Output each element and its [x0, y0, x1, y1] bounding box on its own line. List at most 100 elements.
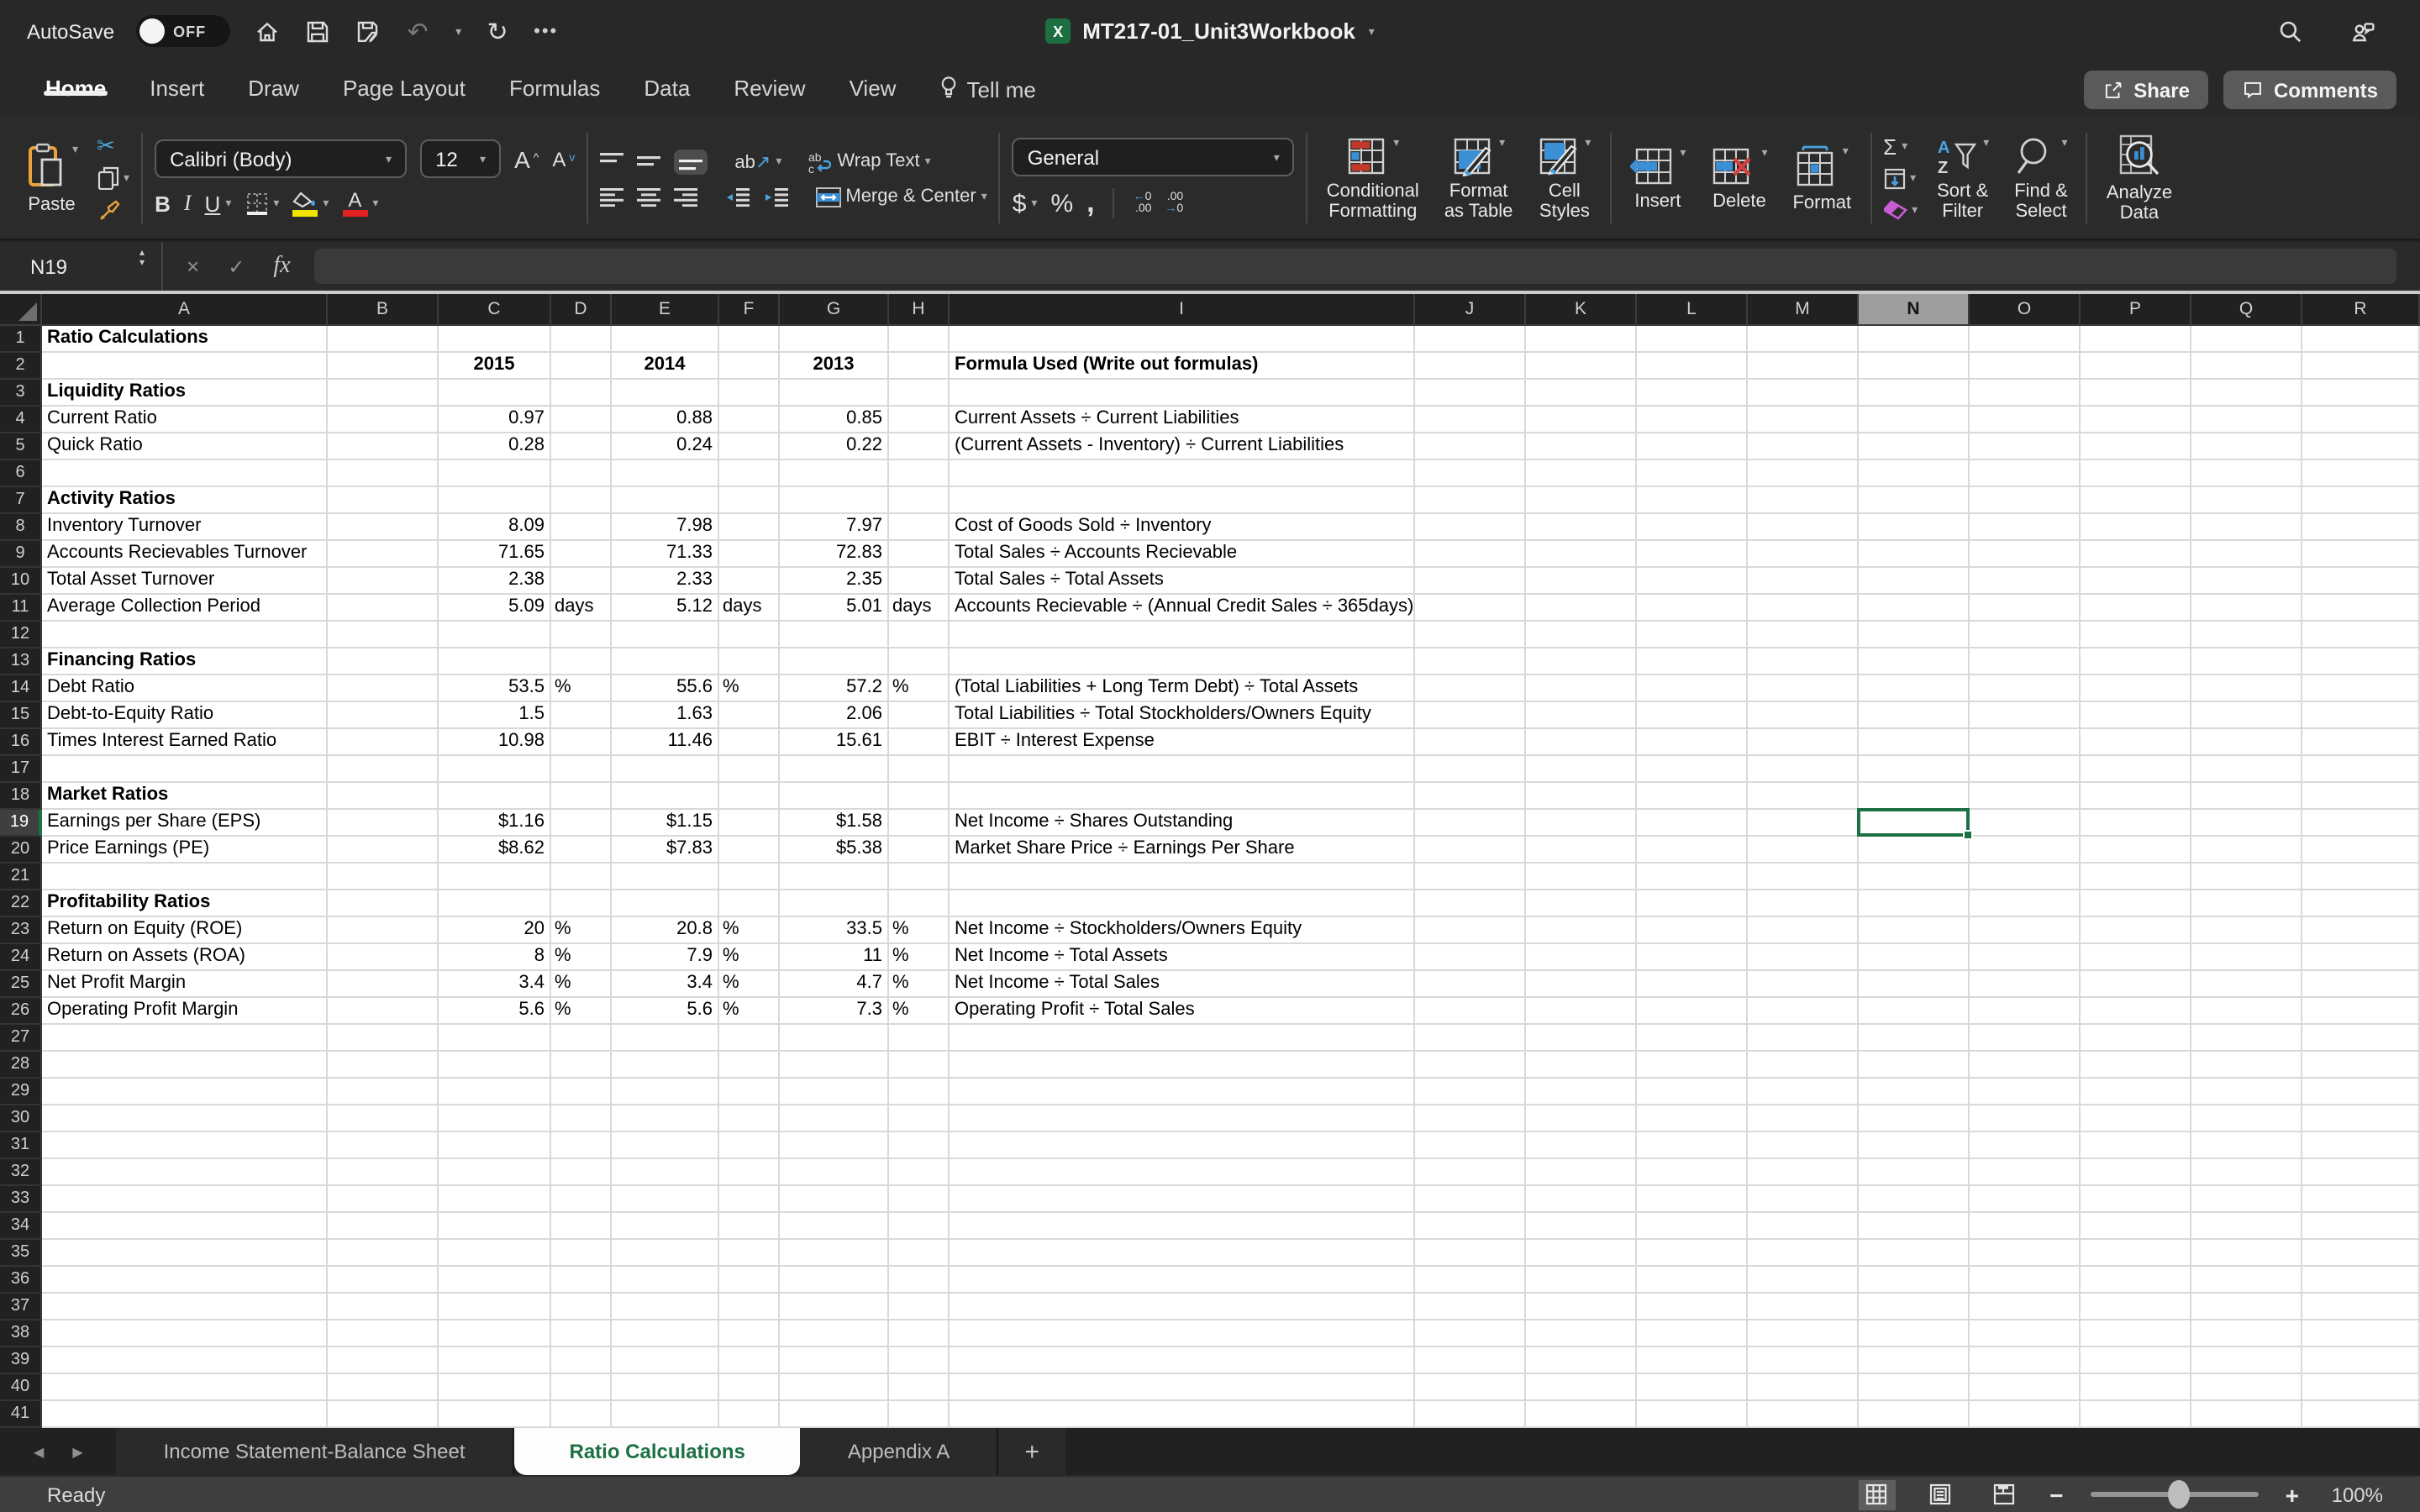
row-header-21[interactable]: 21 [0, 864, 42, 890]
cell-C28[interactable] [439, 1052, 551, 1079]
cell-E17[interactable] [612, 756, 719, 783]
cell-I2[interactable]: Formula Used (Write out formulas) [950, 353, 1415, 380]
row-header-31[interactable]: 31 [0, 1132, 42, 1159]
cell-E35[interactable] [612, 1240, 719, 1267]
cell-F23[interactable]: % [719, 917, 780, 944]
cell-K40[interactable] [1526, 1374, 1637, 1401]
cell-O15[interactable] [1970, 702, 2081, 729]
cell-R13[interactable] [2302, 648, 2420, 675]
align-right-button[interactable] [674, 187, 697, 206]
cell-L8[interactable] [1637, 514, 1748, 541]
cell-K5[interactable] [1526, 433, 1637, 460]
cell-P30[interactable] [2081, 1105, 2191, 1132]
cell-I38[interactable] [950, 1320, 1415, 1347]
cell-E38[interactable] [612, 1320, 719, 1347]
column-header-Q[interactable]: Q [2191, 294, 2302, 326]
cell-P9[interactable] [2081, 541, 2191, 568]
cell-F25[interactable]: % [719, 971, 780, 998]
cell-A28[interactable] [42, 1052, 328, 1079]
column-header-K[interactable]: K [1526, 294, 1637, 326]
row-header-34[interactable]: 34 [0, 1213, 42, 1240]
cell-G31[interactable] [780, 1132, 889, 1159]
ribbon-tab-tell-me[interactable]: Tell me [918, 76, 1057, 104]
cell-K14[interactable] [1526, 675, 1637, 702]
cell-Q4[interactable] [2191, 407, 2302, 433]
cell-O29[interactable] [1970, 1079, 2081, 1105]
cell-O37[interactable] [1970, 1294, 2081, 1320]
cell-F33[interactable] [719, 1186, 780, 1213]
cell-G37[interactable] [780, 1294, 889, 1320]
cell-P41[interactable] [2081, 1401, 2191, 1428]
cell-R40[interactable] [2302, 1374, 2420, 1401]
cell-M24[interactable] [1748, 944, 1859, 971]
cell-C23[interactable]: 20 [439, 917, 551, 944]
cell-A26[interactable]: Operating Profit Margin [42, 998, 328, 1025]
cell-Q31[interactable] [2191, 1132, 2302, 1159]
cell-J29[interactable] [1415, 1079, 1526, 1105]
cell-B23[interactable] [328, 917, 439, 944]
cell-D19[interactable] [551, 810, 612, 837]
row-header-19[interactable]: 19 [0, 810, 42, 837]
cell-O16[interactable] [1970, 729, 2081, 756]
ribbon-tab-view[interactable]: View [828, 76, 918, 101]
cell-P5[interactable] [2081, 433, 2191, 460]
cell-P15[interactable] [2081, 702, 2191, 729]
cell-Q5[interactable] [2191, 433, 2302, 460]
cell-F1[interactable] [719, 326, 780, 353]
cell-A41[interactable] [42, 1401, 328, 1428]
cell-R25[interactable] [2302, 971, 2420, 998]
cell-M22[interactable] [1748, 890, 1859, 917]
cell-L40[interactable] [1637, 1374, 1748, 1401]
cell-G5[interactable]: 0.22 [780, 433, 889, 460]
cell-C13[interactable] [439, 648, 551, 675]
cell-B36[interactable] [328, 1267, 439, 1294]
cell-E33[interactable] [612, 1186, 719, 1213]
cell-P29[interactable] [2081, 1079, 2191, 1105]
zoom-out-button[interactable]: − [2049, 1481, 2063, 1508]
cell-P3[interactable] [2081, 380, 2191, 407]
cell-H11[interactable]: days [889, 595, 950, 622]
cell-O9[interactable] [1970, 541, 2081, 568]
cell-O38[interactable] [1970, 1320, 2081, 1347]
cell-J41[interactable] [1415, 1401, 1526, 1428]
cell-B17[interactable] [328, 756, 439, 783]
cell-F6[interactable] [719, 460, 780, 487]
cell-C12[interactable] [439, 622, 551, 648]
cell-M28[interactable] [1748, 1052, 1859, 1079]
cell-D17[interactable] [551, 756, 612, 783]
cell-Q11[interactable] [2191, 595, 2302, 622]
cell-G4[interactable]: 0.85 [780, 407, 889, 433]
cell-H36[interactable] [889, 1267, 950, 1294]
cell-M15[interactable] [1748, 702, 1859, 729]
cell-C15[interactable]: 1.5 [439, 702, 551, 729]
cell-H26[interactable]: % [889, 998, 950, 1025]
row-header-15[interactable]: 15 [0, 702, 42, 729]
cell-F19[interactable] [719, 810, 780, 837]
cell-H12[interactable] [889, 622, 950, 648]
row-header-18[interactable]: 18 [0, 783, 42, 810]
cell-K29[interactable] [1526, 1079, 1637, 1105]
cell-K7[interactable] [1526, 487, 1637, 514]
cell-I24[interactable]: Net Income ÷ Total Assets [950, 944, 1415, 971]
cell-H6[interactable] [889, 460, 950, 487]
cell-P21[interactable] [2081, 864, 2191, 890]
cell-G23[interactable]: 33.5 [780, 917, 889, 944]
cell-A3[interactable]: Liquidity Ratios [42, 380, 328, 407]
cell-I28[interactable] [950, 1052, 1415, 1079]
increase-decimal-button[interactable]: ←0.00 [1134, 192, 1152, 215]
column-header-G[interactable]: G [780, 294, 889, 326]
cell-L14[interactable] [1637, 675, 1748, 702]
row-header-10[interactable]: 10 [0, 568, 42, 595]
cell-B29[interactable] [328, 1079, 439, 1105]
cell-O35[interactable] [1970, 1240, 2081, 1267]
cell-B21[interactable] [328, 864, 439, 890]
cell-O11[interactable] [1970, 595, 2081, 622]
row-header-25[interactable]: 25 [0, 971, 42, 998]
cell-J36[interactable] [1415, 1267, 1526, 1294]
cell-I23[interactable]: Net Income ÷ Stockholders/Owners Equity [950, 917, 1415, 944]
cell-A15[interactable]: Debt-to-Equity Ratio [42, 702, 328, 729]
cell-Q38[interactable] [2191, 1320, 2302, 1347]
cell-M37[interactable] [1748, 1294, 1859, 1320]
cell-B41[interactable] [328, 1401, 439, 1428]
cell-C30[interactable] [439, 1105, 551, 1132]
